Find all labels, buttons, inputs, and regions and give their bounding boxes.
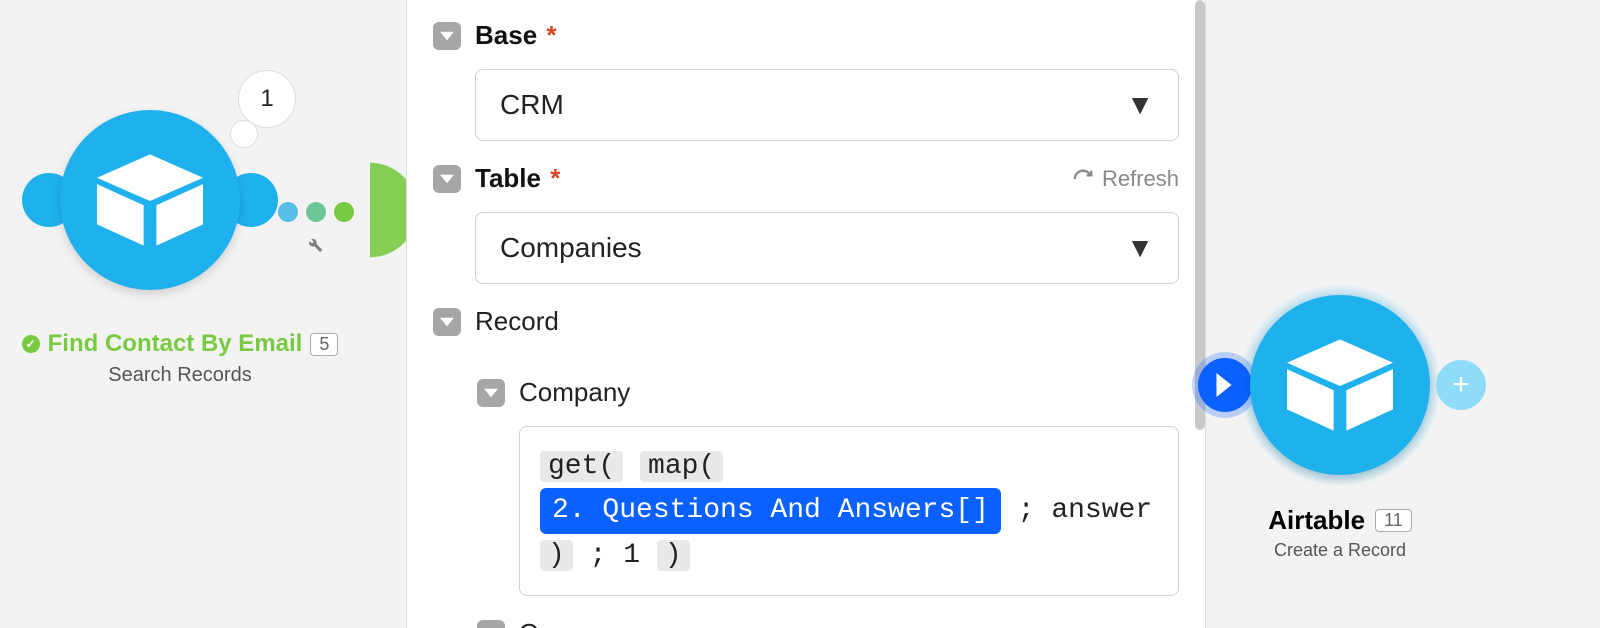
- chevron-down-icon: [440, 29, 454, 43]
- expr-text: an: [1051, 495, 1085, 526]
- record-label: Record: [475, 306, 1179, 337]
- module-title: Airtable: [1268, 505, 1365, 536]
- caret-down-icon: ▼: [1126, 89, 1154, 121]
- expr-text: ;: [590, 540, 607, 571]
- module-label: Airtable 11 Create a Record: [1230, 505, 1450, 561]
- field-table: Table * Refresh Companies ▼: [433, 163, 1179, 284]
- base-label: Base *: [475, 20, 1179, 51]
- expr-text: 1: [623, 540, 640, 571]
- fn-get: get(: [540, 451, 623, 482]
- chevron-down-icon: [440, 315, 454, 329]
- airtable-node-circle[interactable]: [60, 110, 240, 290]
- expr-text: ;: [1018, 495, 1035, 526]
- table-value: Companies: [500, 232, 642, 264]
- fn-close: ): [540, 540, 573, 571]
- fn-map: map(: [640, 451, 723, 482]
- chevron-down-icon: [484, 386, 498, 400]
- run-bubble-small: [230, 120, 258, 148]
- module-label: ✓ Find Contact By Email 5 Search Records: [0, 330, 360, 387]
- module-subtitle: Create a Record: [1230, 540, 1450, 561]
- company-expression-input[interactable]: get( map( 2. Questions And Answers[] ; a…: [519, 426, 1179, 596]
- field-record: Record: [433, 306, 1179, 355]
- airtable-node-circle[interactable]: [1250, 295, 1430, 475]
- wrench-icon[interactable]: [304, 234, 324, 259]
- connection-dots: [278, 202, 354, 222]
- box-icon: [1287, 339, 1393, 431]
- module-subtitle: Search Records: [0, 364, 360, 387]
- collapse-toggle[interactable]: [433, 308, 461, 336]
- table-dropdown[interactable]: Companies ▼: [475, 212, 1179, 284]
- collapse-toggle[interactable]: [477, 379, 505, 407]
- field-company: Company get( map( 2. Questions And Answe…: [477, 377, 1179, 596]
- chevron-right-icon: [1216, 373, 1232, 402]
- owner-label: Owner: [519, 618, 1179, 628]
- plus-icon: +: [1452, 368, 1470, 402]
- base-dropdown[interactable]: CRM ▼: [475, 69, 1179, 141]
- company-label: Company: [519, 377, 1179, 408]
- expr-text: swer: [1085, 495, 1152, 526]
- caret-down-icon: ▼: [1126, 232, 1154, 264]
- module-title: Find Contact By Email: [48, 330, 303, 358]
- collapse-toggle[interactable]: [433, 22, 461, 50]
- table-label: Table *: [475, 163, 560, 194]
- add-module-button[interactable]: +: [1436, 360, 1486, 410]
- check-icon: ✓: [22, 335, 40, 353]
- refresh-icon: [1072, 168, 1094, 190]
- refresh-button[interactable]: Refresh: [1072, 166, 1179, 192]
- config-panel: Base * CRM ▼ Table * Refresh: [406, 0, 1206, 628]
- fn-close: ): [657, 540, 690, 571]
- refresh-label: Refresh: [1102, 166, 1179, 192]
- field-owner: Owner: [477, 618, 1179, 628]
- module-step-badge: 5: [310, 333, 338, 356]
- base-value: CRM: [500, 89, 564, 121]
- box-icon: [97, 154, 203, 246]
- collapse-toggle[interactable]: [433, 165, 461, 193]
- collapse-toggle[interactable]: [477, 620, 505, 628]
- run-count: 1: [260, 85, 273, 113]
- chevron-down-icon: [440, 172, 454, 186]
- field-base: Base * CRM ▼: [433, 20, 1179, 141]
- data-pill[interactable]: 2. Questions And Answers[]: [540, 488, 1001, 533]
- module-step-badge: 11: [1375, 509, 1412, 532]
- scrollbar[interactable]: [1195, 0, 1205, 430]
